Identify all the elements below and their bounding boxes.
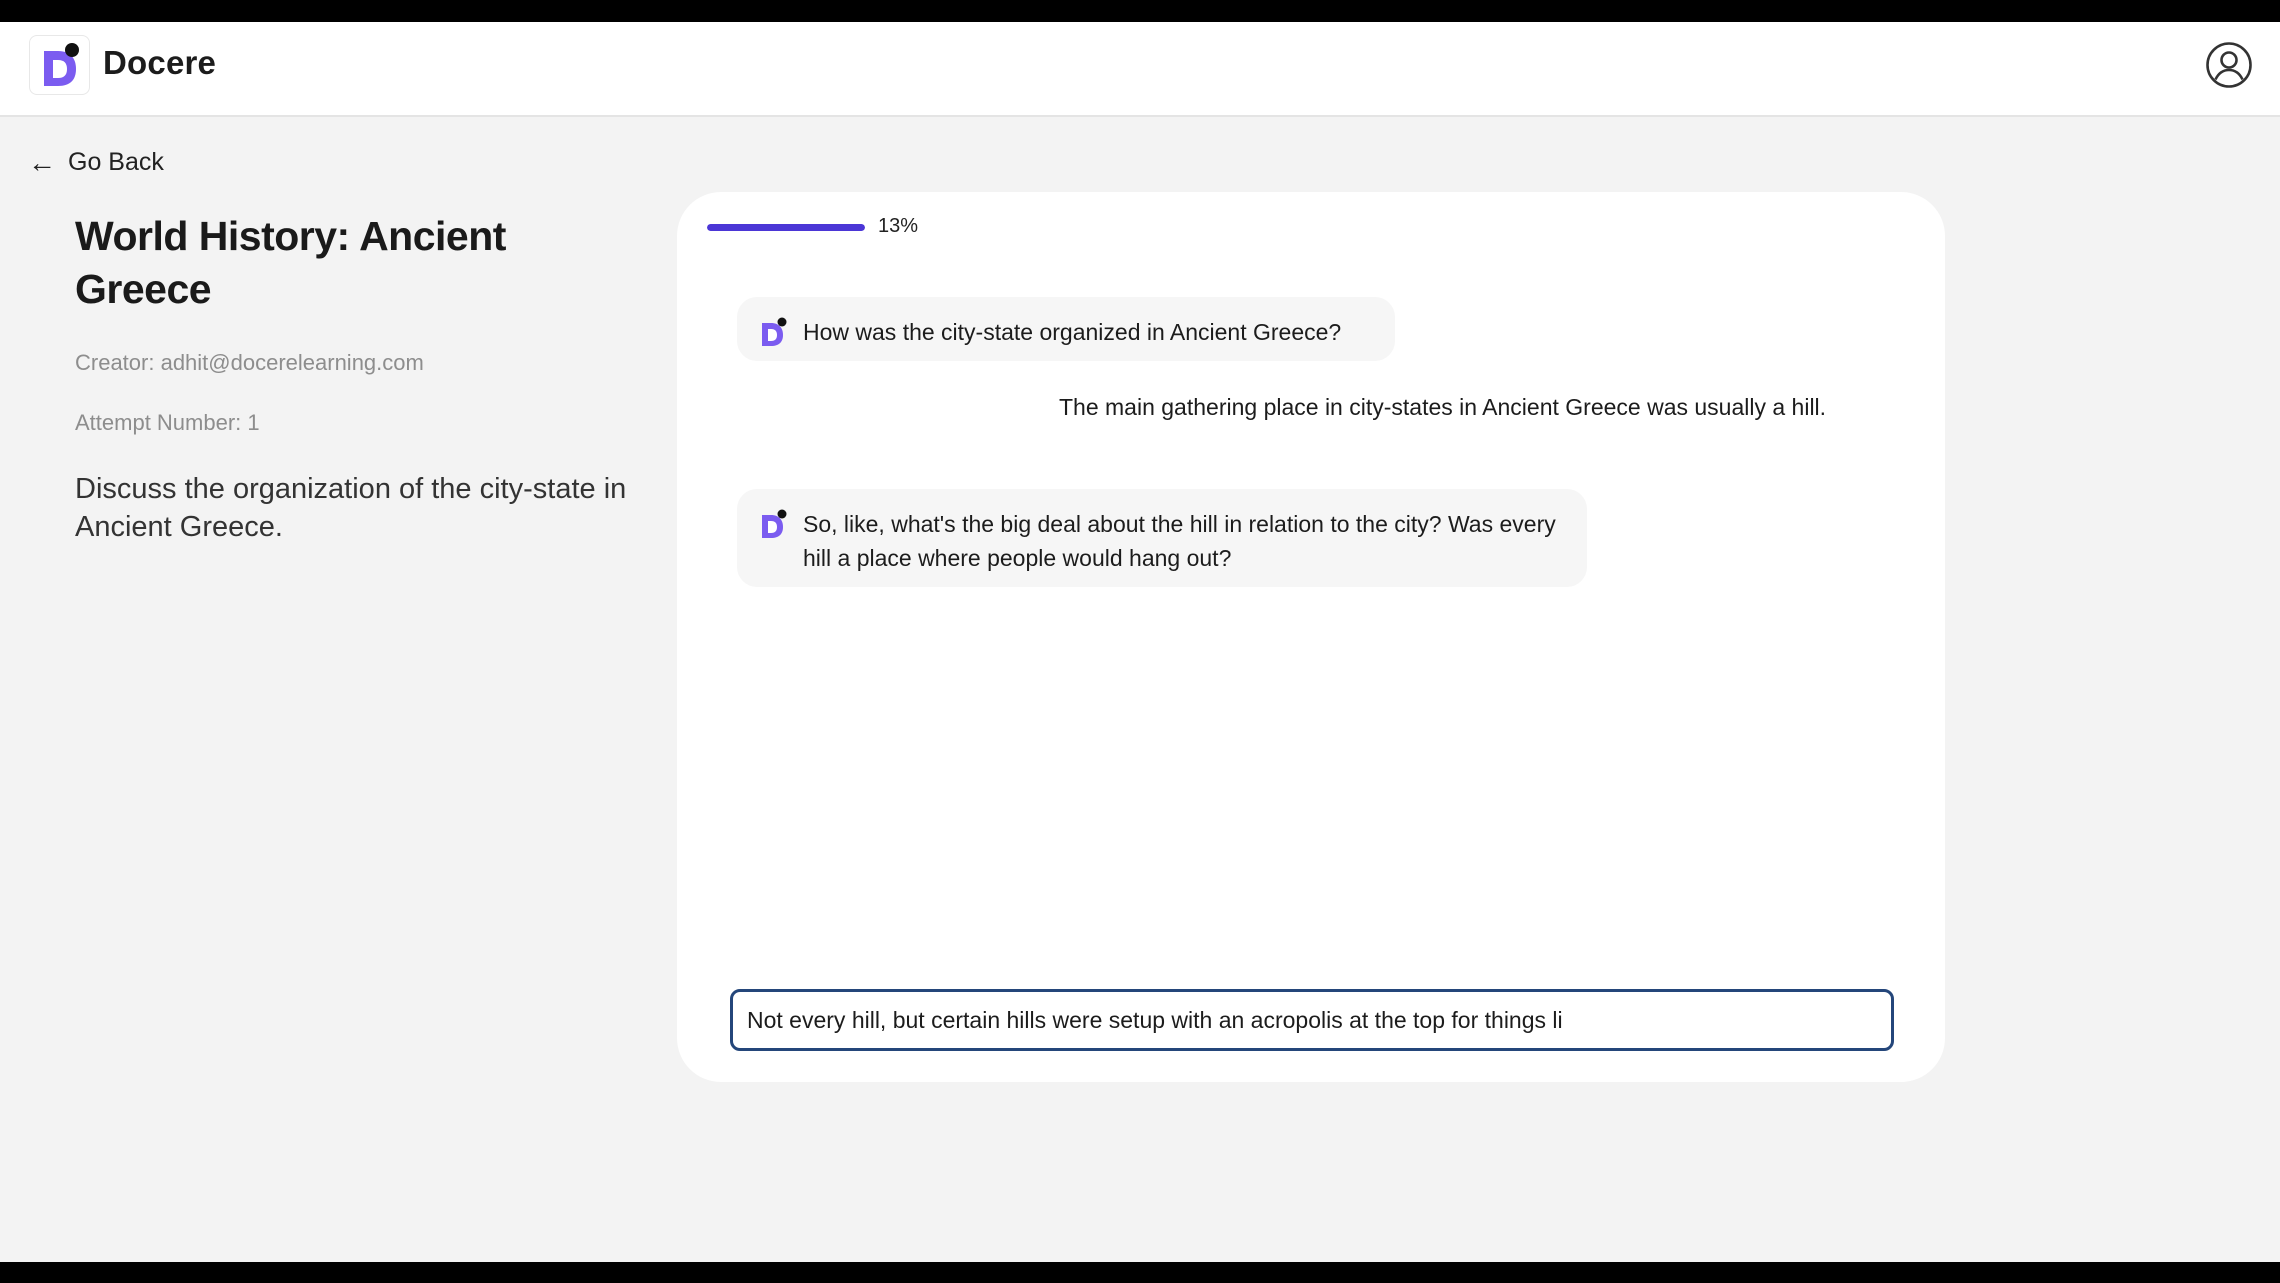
user-profile-icon[interactable]	[2205, 41, 2253, 89]
app-name: Docere	[103, 44, 217, 81]
user-message-text: The main gathering place in city-states …	[1059, 394, 1827, 420]
app-screen: Docere ← Go Back World History: Ancient …	[0, 22, 2280, 1262]
top-navigation-bar: Docere	[0, 22, 2280, 117]
assignment-details: World History: Ancient Greece Creator: a…	[75, 210, 635, 546]
progress-percent: 13%	[878, 215, 919, 237]
go-back-link[interactable]: ← Go Back	[28, 148, 164, 177]
docere-logo-icon	[44, 43, 79, 86]
docere-logo[interactable]	[29, 35, 90, 95]
bot-message: So, like, what's the big deal about the …	[737, 489, 1587, 587]
attempt-number: Attempt Number: 1	[75, 410, 260, 435]
bot-message-text: So, like, what's the big deal about the …	[803, 511, 1556, 571]
progress-bar-fill	[707, 224, 865, 231]
docere-bot-icon	[762, 509, 787, 538]
go-back-label: Go Back	[68, 148, 164, 176]
chat-panel: 13% How was the city-state organized in …	[677, 192, 1945, 1082]
assignment-title: World History: Ancient Greece	[75, 213, 506, 312]
answer-input[interactable]	[730, 989, 1894, 1051]
docere-bot-icon	[762, 317, 787, 346]
progress-bar	[707, 224, 865, 231]
creator-email: Creator: adhit@docerelearning.com	[75, 350, 424, 375]
bot-message-text: How was the city-state organized in Anci…	[803, 319, 1342, 345]
arrow-left-icon: ←	[28, 146, 56, 178]
assignment-prompt: Discuss the organization of the city-sta…	[75, 473, 627, 543]
bot-message: How was the city-state organized in Anci…	[737, 297, 1395, 361]
